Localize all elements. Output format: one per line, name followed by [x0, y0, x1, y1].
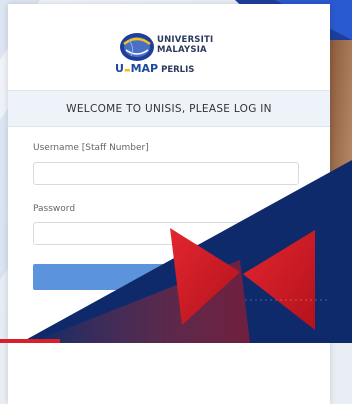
- logo-line-3: PERLIS: [161, 65, 195, 75]
- username-input[interactable]: [33, 162, 299, 185]
- university-logo: UNIVERSITI MALAYSIA U▬MAP PERLIS: [115, 28, 235, 78]
- logo-area: UNIVERSITI MALAYSIA U▬MAP PERLIS: [8, 4, 330, 90]
- logo-wordmark: UNIVERSITI MALAYSIA: [157, 35, 213, 55]
- logo-subline: U▬MAP PERLIS: [115, 62, 194, 75]
- password-input[interactable]: [33, 222, 299, 245]
- logo-separator-icon: ▬: [123, 66, 131, 74]
- logo-map: MAP: [130, 62, 159, 75]
- password-label: Password: [33, 204, 76, 214]
- logo-um: U: [115, 62, 124, 75]
- sign-in-button[interactable]: SIGN IN: [33, 264, 299, 290]
- welcome-heading: WELCOME TO UNISIS, PLEASE LOG IN: [8, 90, 330, 127]
- username-label: Username [Staff Number]: [33, 143, 149, 153]
- logo-line-2: MALAYSIA: [157, 45, 207, 55]
- login-card: UNIVERSITI MALAYSIA U▬MAP PERLIS WELCOME …: [8, 4, 330, 404]
- globe-logo-icon: [120, 33, 154, 61]
- logo-line-1: UNIVERSITI: [157, 35, 214, 45]
